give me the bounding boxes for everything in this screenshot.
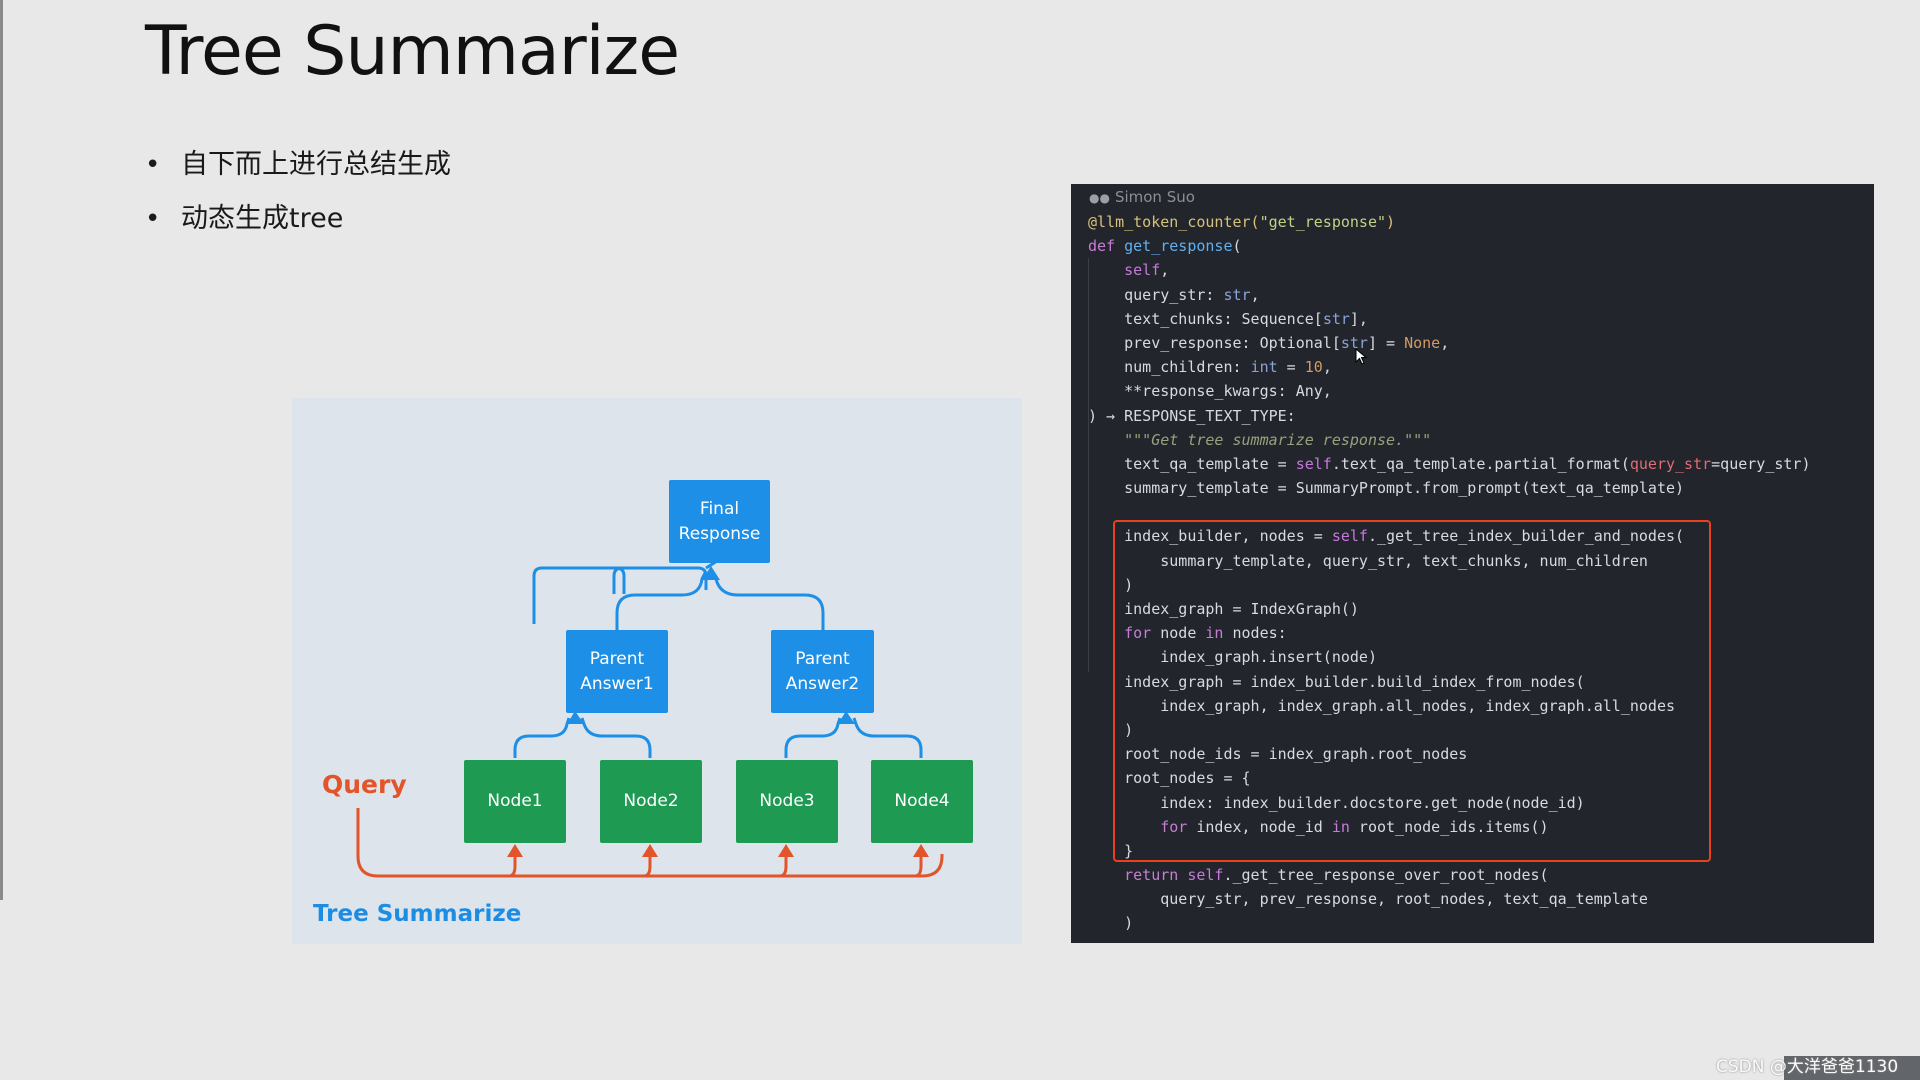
merge-connector [615, 572, 707, 630]
code-author: ●● Simon Suo [1089, 188, 1195, 206]
query-connector [779, 856, 788, 878]
merge-connector [580, 717, 652, 758]
arrowhead [642, 844, 658, 857]
parent-answer-box: Parent Answer2 [771, 630, 874, 713]
watermark: CSDN @大洋爸爸1130 [1716, 1057, 1899, 1077]
mouse-pointer-icon [1355, 348, 1368, 365]
code-panel: ●● Simon Suo @llm_token_counter("get_resp… [1071, 184, 1874, 943]
bullet-item: 动态生成tree [145, 199, 451, 253]
node-box: Node1 [464, 760, 566, 843]
left-window-edge [0, 0, 3, 900]
query-label: Query [322, 770, 407, 799]
final-response-box: Final Response [669, 480, 770, 563]
query-connector [914, 856, 923, 878]
tree-summarize-diagram: Final Response Parent Answer1 Parent Answer… [292, 398, 1022, 944]
merge-connector [784, 717, 842, 758]
merge-connector [513, 717, 571, 758]
code-line: def get_response( [1088, 237, 1242, 256]
code-line: ) → RESPONSE_TEXT_TYPE: [1088, 406, 1296, 425]
merge-connector [852, 717, 923, 758]
slide-title: Tree Summarize [145, 12, 680, 91]
code-line: text_qa_template = self.text_qa_template… [1088, 454, 1811, 473]
code-line: query_str, prev_response, root_nodes, te… [1088, 890, 1648, 909]
parent-answer-box: Parent Answer1 [566, 630, 668, 713]
bullet-item: 自下而上进行总结生成 [145, 145, 451, 199]
node-box: Node4 [871, 760, 973, 843]
code-line: self, [1124, 261, 1170, 280]
code-line: summary_template = SummaryPrompt.from_pr… [1088, 479, 1685, 498]
bullet-list: 自下而上进行总结生成 动态生成tree [145, 145, 451, 253]
code-line: text_chunks: Sequence[str], [1088, 309, 1368, 328]
users-icon: ●● [1089, 191, 1110, 205]
arrowhead [778, 844, 794, 857]
code-line: @llm_token_counter("get_response") [1088, 213, 1396, 231]
code-line: """Get tree summarize response.""" [1124, 430, 1432, 449]
query-connector [508, 856, 517, 878]
merge-connector [711, 572, 825, 630]
arrowhead [507, 844, 523, 857]
highlight-box [1113, 520, 1711, 862]
query-connector [643, 856, 652, 878]
arrowhead [913, 844, 929, 857]
author-name: Simon Suo [1114, 188, 1195, 206]
code-line: query_str: str, [1088, 285, 1260, 304]
code-line: prev_response: Optional[str] = None, [1088, 333, 1450, 352]
code-line: ) [1088, 914, 1134, 933]
node-box: Node2 [600, 760, 702, 843]
code-line: **response_kwargs: Any, [1088, 382, 1332, 401]
code-line: num_children: int = 10, [1088, 358, 1332, 377]
diagram-caption: Tree Summarize [313, 901, 522, 927]
node-box: Node3 [736, 760, 838, 843]
code-line: return self._get_tree_response_over_root… [1124, 866, 1549, 885]
